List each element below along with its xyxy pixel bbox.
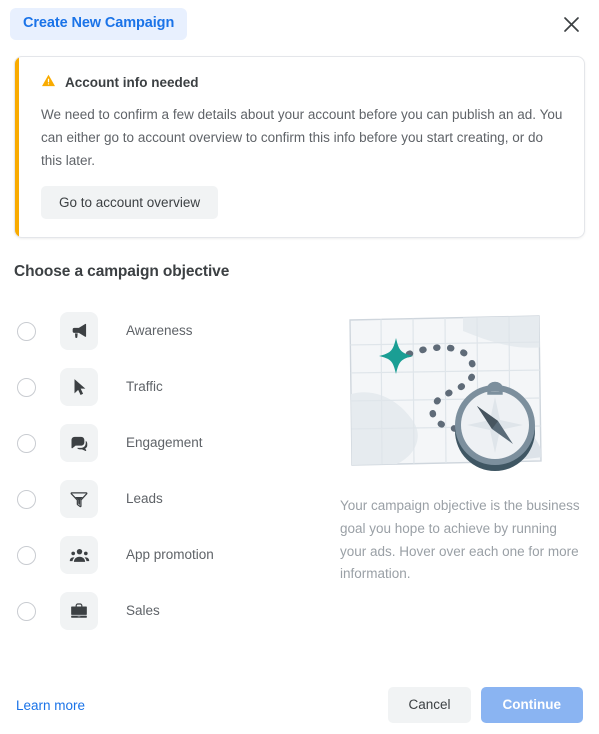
dialog-content: Awareness Traffic Engagement Leads App p… (0, 295, 599, 639)
objective-row-leads[interactable]: Leads (14, 471, 324, 527)
alert-title-row: Account info needed (41, 73, 566, 93)
objective-info-caption: Your campaign objective is the business … (340, 498, 580, 582)
create-campaign-dialog: Create New Campaign Account info needed … (0, 0, 599, 734)
alert-accent-bar (15, 57, 19, 238)
map-with-compass-illustration (332, 301, 585, 477)
objective-label: Awareness (126, 323, 193, 339)
radio-engagement[interactable] (17, 433, 36, 453)
dialog-footer: Learn more Cancel Continue (0, 676, 599, 734)
megaphone-icon (60, 312, 98, 351)
radio-awareness[interactable] (17, 321, 36, 341)
radio-leads[interactable] (17, 489, 36, 509)
warning-triangle-icon (41, 73, 56, 93)
objective-label: App promotion (126, 547, 214, 563)
learn-more-link[interactable]: Learn more (16, 698, 85, 713)
alert-body: We need to confirm a few details about y… (41, 107, 563, 169)
objective-label: Sales (126, 603, 160, 619)
account-info-alert: Account info needed We need to confirm a… (14, 56, 585, 239)
chat-bubbles-icon (60, 424, 98, 463)
objective-row-sales[interactable]: Sales (14, 583, 324, 639)
alert-title: Account info needed (65, 74, 199, 90)
go-to-account-overview-button[interactable]: Go to account overview (41, 185, 219, 220)
objective-list: Awareness Traffic Engagement Leads App p… (14, 295, 324, 639)
radio-traffic[interactable] (17, 377, 36, 397)
objective-label: Engagement (126, 435, 203, 451)
objective-row-awareness[interactable]: Awareness (14, 303, 324, 359)
objective-row-app-promotion[interactable]: App promotion (14, 527, 324, 583)
objective-label: Leads (126, 491, 163, 507)
continue-button[interactable]: Continue (480, 687, 583, 723)
cursor-arrow-icon (60, 368, 98, 407)
briefcase-icon (60, 592, 98, 631)
people-group-icon (60, 536, 98, 575)
objective-row-traffic[interactable]: Traffic (14, 359, 324, 415)
radio-sales[interactable] (17, 601, 36, 621)
radio-app-promotion[interactable] (17, 545, 36, 565)
cancel-button[interactable]: Cancel (388, 687, 471, 723)
close-icon (563, 16, 580, 33)
objective-info-panel: Your campaign objective is the business … (324, 295, 585, 639)
close-button[interactable] (556, 9, 586, 39)
page-title: Choose a campaign objective (14, 263, 230, 281)
dialog-header: Create New Campaign (0, 0, 599, 48)
objective-row-engagement[interactable]: Engagement (14, 415, 324, 471)
funnel-icon (60, 480, 98, 519)
dialog-title-badge[interactable]: Create New Campaign (10, 8, 188, 40)
objective-label: Traffic (126, 379, 163, 395)
